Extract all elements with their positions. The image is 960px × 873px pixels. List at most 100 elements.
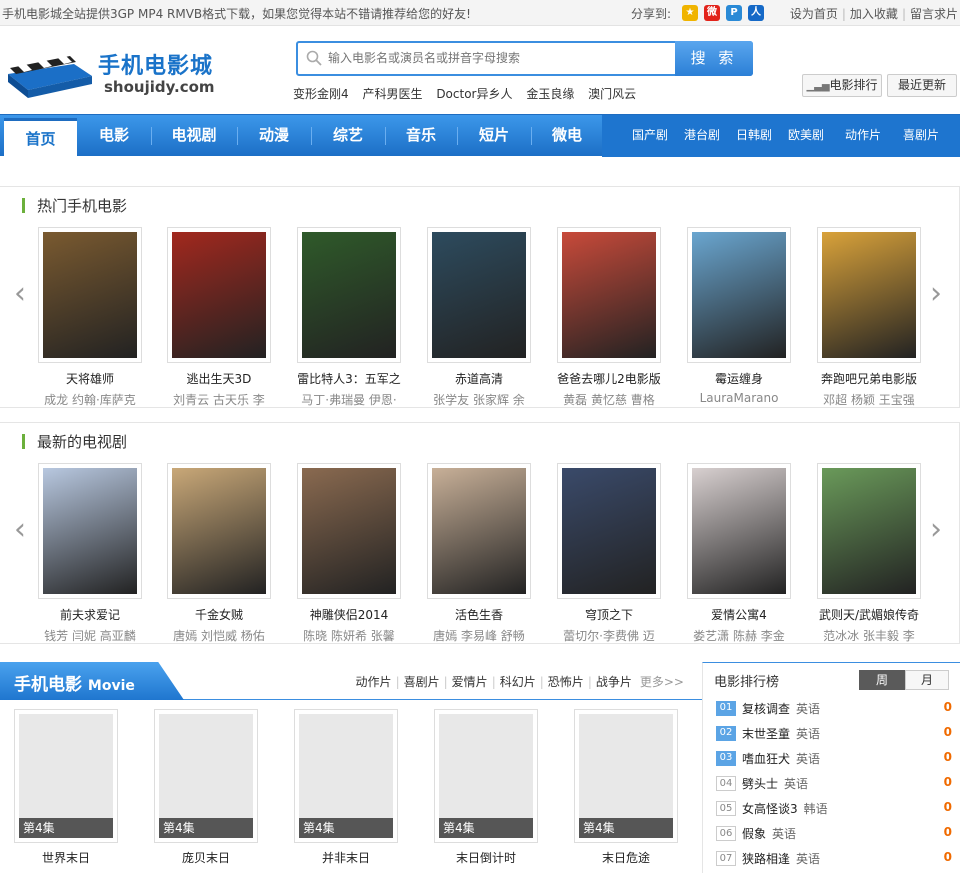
media-card[interactable]: 爱情公寓4 娄艺潇 陈赫 李金 (687, 463, 791, 644)
media-card[interactable]: 霉运缠身 LauraMarano (687, 227, 791, 405)
media-card[interactable]: 逃出生天3D 刘青云 古天乐 李 (167, 227, 271, 408)
media-card[interactable]: 天将雄师 成龙 约翰·库萨克 (38, 227, 142, 408)
subnav-western-drama[interactable]: 欧美剧 (780, 115, 832, 157)
media-card[interactable]: 赤道高清 张学友 张家辉 余 (427, 227, 531, 408)
pengyou-icon[interactable]: P (726, 5, 742, 21)
hot-keyword[interactable]: Doctor异乡人 (436, 87, 512, 101)
ranking-row[interactable]: 02 末世圣童 英语 0 (716, 724, 952, 744)
hot-keyword[interactable]: 澳门风云 (588, 87, 636, 101)
movie-card[interactable]: 第4集末日危途 (574, 709, 678, 866)
poster-frame[interactable]: 第4集 (574, 709, 678, 843)
rank-item-name[interactable]: 女高怪谈3 韩语 (742, 800, 828, 817)
card-title[interactable]: 穹顶之下 (549, 606, 669, 623)
nav-home[interactable]: 首页 (4, 118, 77, 157)
poster-frame[interactable] (167, 227, 271, 363)
movie-card[interactable]: 第4集 并非末日 (294, 709, 398, 866)
poster-frame[interactable] (687, 227, 791, 363)
ranking-row[interactable]: 03 嗜血狂犬 英语 0 (716, 749, 952, 769)
poster-frame[interactable] (167, 463, 271, 599)
card-title[interactable]: 前夫求爱记 (30, 606, 150, 623)
media-card[interactable]: 前夫求爱记 钱芳 闫妮 高亚麟 (38, 463, 142, 644)
media-card[interactable]: 武则天/武媚娘传奇 范冰冰 张丰毅 李 (817, 463, 921, 644)
subnav-jpkr-drama[interactable]: 日韩剧 (728, 115, 780, 157)
ranking-row[interactable]: 04 劈头士 英语 0 (716, 774, 952, 794)
media-card[interactable]: 活色生香 唐嫣 李易峰 舒畅 (427, 463, 531, 644)
rank-title[interactable]: 复核调查 (742, 702, 790, 716)
movie-card[interactable]: 第4集庞贝末日 (154, 709, 258, 866)
poster-frame[interactable] (38, 227, 142, 363)
movie-ranking-button[interactable]: ▁▃▅电影排行 (802, 74, 882, 97)
rank-item-name[interactable]: 劈头士 英语 (742, 775, 808, 792)
category-link[interactable]: 科幻片 (500, 675, 536, 689)
category-link[interactable]: 动作片 (356, 675, 392, 689)
rank-title[interactable]: 女高怪谈3 (742, 802, 798, 816)
rank-item-name[interactable]: 嗜血狂犬 英语 (742, 750, 820, 767)
subnav-action[interactable]: 动作片 (836, 115, 890, 157)
rank-item-name[interactable]: 复核调查 英语 (742, 700, 820, 717)
prev-arrow-icon[interactable]: ‹ (14, 279, 26, 309)
poster-frame[interactable] (557, 227, 661, 363)
poster-frame[interactable] (687, 463, 791, 599)
card-title[interactable]: 奔跑吧兄弟电影版 (809, 370, 929, 387)
category-link[interactable]: 战争片 (596, 675, 632, 689)
tab-month[interactable]: 月 (905, 670, 949, 690)
latest-update-button[interactable]: 最近更新 (887, 74, 957, 97)
card-title[interactable]: 并非末日 (294, 849, 398, 866)
rank-item-name[interactable]: 狭路相逢 英语 (742, 850, 820, 867)
nav-short[interactable]: 短片 (458, 115, 530, 157)
search-button[interactable]: 搜 索 (675, 41, 753, 76)
nav-music[interactable]: 音乐 (386, 115, 456, 157)
subnav-comedy[interactable]: 喜剧片 (894, 115, 948, 157)
add-favorite-link[interactable]: 加入收藏 (850, 7, 898, 21)
card-title[interactable]: 庞贝末日 (154, 849, 258, 866)
rank-title[interactable]: 劈头士 (742, 777, 778, 791)
next-arrow-icon[interactable]: › (930, 515, 942, 545)
weibo-icon[interactable]: 微 (704, 5, 720, 21)
nav-tv[interactable]: 电视剧 (152, 115, 236, 157)
card-title[interactable]: 世界末日 (14, 849, 118, 866)
card-title[interactable]: 雷比特人3：五军之 (289, 370, 409, 387)
category-link[interactable]: 爱情片 (452, 675, 488, 689)
hot-keyword[interactable]: 变形金刚4 (293, 87, 349, 101)
poster-frame[interactable] (427, 463, 531, 599)
card-title[interactable]: 末日危途 (574, 849, 678, 866)
poster-frame[interactable]: 第4集 (154, 709, 258, 843)
subnav-mainland-drama[interactable]: 国产剧 (624, 115, 676, 157)
tab-week[interactable]: 周 (859, 670, 905, 690)
ranking-row[interactable]: 07 狭路相逢 英语 0 (716, 849, 952, 869)
card-title[interactable]: 末日倒计时 (434, 849, 538, 866)
nav-variety[interactable]: 综艺 (312, 115, 384, 157)
more-link[interactable]: 更多>> (640, 675, 684, 689)
poster-frame[interactable] (817, 227, 921, 363)
site-logo[interactable]: 手机电影城 shoujidy.com (4, 42, 234, 104)
poster-frame[interactable] (38, 463, 142, 599)
card-title[interactable]: 天将雄师 (30, 370, 150, 387)
rank-item-name[interactable]: 假象 英语 (742, 825, 796, 842)
card-title[interactable]: 神雕侠侣2014 (289, 606, 409, 623)
poster-frame[interactable] (817, 463, 921, 599)
media-card[interactable]: 爸爸去哪儿2电影版 黄磊 黄忆慈 曹格 (557, 227, 661, 408)
movie-card[interactable]: 第4集 末日倒计时 (434, 709, 538, 866)
renren-icon[interactable]: 人 (748, 5, 764, 21)
prev-arrow-icon[interactable]: ‹ (14, 515, 26, 545)
qzone-icon[interactable]: ★ (682, 5, 698, 21)
rank-item-name[interactable]: 末世圣童 英语 (742, 725, 820, 742)
card-title[interactable]: 霉运缠身 (679, 370, 799, 387)
rank-title[interactable]: 末世圣童 (742, 727, 790, 741)
category-link[interactable]: 喜剧片 (404, 675, 440, 689)
nav-movie[interactable]: 电影 (78, 115, 150, 157)
card-title[interactable]: 逃出生天3D (159, 370, 279, 387)
poster-frame[interactable] (557, 463, 661, 599)
ranking-row[interactable]: 01 复核调查 英语 0 (716, 699, 952, 719)
rank-title[interactable]: 狭路相逢 (742, 852, 790, 866)
card-title[interactable]: 赤道高清 (419, 370, 539, 387)
media-card[interactable]: 奔跑吧兄弟电影版 邓超 杨颖 王宝强 (817, 227, 921, 408)
card-title[interactable]: 活色生香 (419, 606, 539, 623)
rank-title[interactable]: 嗜血狂犬 (742, 752, 790, 766)
hot-keyword[interactable]: 产科男医生 (362, 87, 422, 101)
card-title[interactable]: 武则天/武媚娘传奇 (809, 606, 929, 623)
request-movie-link[interactable]: 留言求片 (910, 7, 958, 21)
next-arrow-icon[interactable]: › (930, 279, 942, 309)
media-card[interactable]: 穹顶之下 蕾切尔·李费佛 迈 (557, 463, 661, 644)
subnav-hktw-drama[interactable]: 港台剧 (676, 115, 728, 157)
